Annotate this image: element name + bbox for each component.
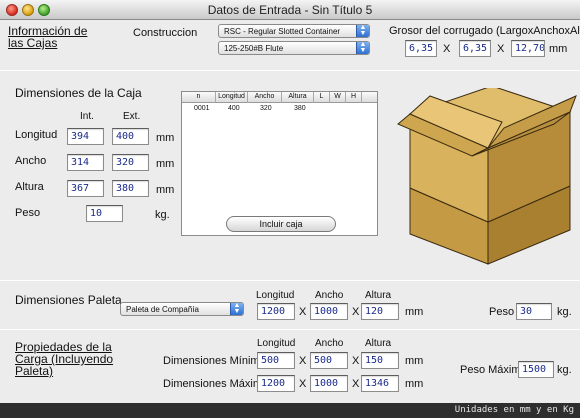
thickness-unit: mm: [549, 43, 568, 55]
column-header-length[interactable]: Longitud: [216, 92, 248, 103]
max-height-input[interactable]: 1346: [361, 375, 399, 392]
pallet-length-input[interactable]: 1200: [257, 303, 295, 320]
column-header-w[interactable]: W: [330, 92, 346, 103]
pallet-dimensions-header: Dimensiones Paleta: [15, 293, 122, 307]
int-length-input[interactable]: 394: [67, 128, 104, 145]
ext-width-input[interactable]: 320: [112, 154, 149, 171]
box-list-table[interactable]: n Longitud Ancho Altura L W H 0001 400 3…: [181, 91, 378, 236]
max-length-input[interactable]: 1200: [257, 375, 295, 392]
thickness-width-input[interactable]: 6,35: [459, 40, 491, 57]
table-cell-n: 0001: [194, 105, 210, 112]
construction-select-value: RSC - Regular Slotted Container: [224, 27, 341, 36]
include-box-button[interactable]: Incluir caja: [226, 216, 336, 232]
max-unit: mm: [405, 378, 424, 390]
max-width-input[interactable]: 1000: [310, 375, 348, 392]
cardboard-box-illustration: [397, 88, 577, 265]
external-column-label: Ext.: [123, 111, 141, 122]
pallet-x-separator-1: X: [299, 306, 307, 318]
pallet-width-column: Ancho: [315, 290, 344, 301]
section-divider: [0, 329, 580, 330]
table-header: n Longitud Ancho Altura L W H: [182, 92, 377, 103]
int-height-input[interactable]: 367: [67, 180, 104, 197]
flute-select[interactable]: 125-250#B Flute ▲ ▼: [218, 41, 370, 55]
min-x-separator-1: X: [299, 355, 307, 367]
length-unit: mm: [156, 132, 175, 144]
thickness-length-input[interactable]: 6,35: [405, 40, 437, 57]
column-header-h[interactable]: H: [346, 92, 362, 103]
table-cell-width: 320: [260, 105, 272, 112]
box-weight-input[interactable]: 10: [86, 205, 123, 222]
width-label: Ancho: [15, 155, 47, 167]
construction-label: Construccion: [133, 27, 198, 39]
weight-label: Peso: [15, 207, 41, 219]
column-header-height[interactable]: Altura: [282, 92, 314, 103]
table-cell-height: 380: [294, 105, 306, 112]
units-status-text: Unidades en mm y en Kg: [454, 405, 574, 415]
width-unit: mm: [156, 158, 175, 170]
height-label: Altura: [15, 181, 44, 193]
status-bar: Unidades en mm y en Kg: [0, 403, 580, 418]
thickness-x-separator-2: X: [497, 43, 505, 55]
max-x-separator-2: X: [352, 378, 360, 390]
column-header-l[interactable]: L: [314, 92, 330, 103]
flute-select-value: 125-250#B Flute: [224, 44, 284, 53]
construction-select[interactable]: RSC - Regular Slotted Container ▲ ▼: [218, 24, 370, 38]
box-dimensions-header: Dimensiones de la Caja: [15, 86, 142, 100]
pallet-weight-input[interactable]: 30: [516, 303, 552, 320]
min-height-input[interactable]: 150: [361, 352, 399, 369]
updown-arrows-icon: ▲ ▼: [356, 42, 369, 54]
column-header-width[interactable]: Ancho: [248, 92, 282, 103]
pallet-unit: mm: [405, 306, 424, 318]
title-bar[interactable]: Datos de Entrada - Sin Título 5: [0, 0, 580, 20]
internal-column-label: Int.: [80, 111, 94, 122]
thickness-height-input[interactable]: 12,70: [511, 40, 545, 57]
min-width-input[interactable]: 500: [310, 352, 348, 369]
pallet-height-input[interactable]: 120: [361, 303, 399, 320]
pallet-weight-unit: kg.: [557, 306, 572, 318]
section-divider: [0, 70, 580, 71]
min-unit: mm: [405, 355, 424, 367]
thickness-x-separator-1: X: [443, 43, 451, 55]
pallet-x-separator-2: X: [352, 306, 360, 318]
length-label: Longitud: [15, 129, 58, 141]
pallet-type-select[interactable]: Paleta de Compañía ▲ ▼: [120, 302, 244, 316]
pallet-type-value: Paleta de Compañía: [126, 305, 199, 314]
column-header-n[interactable]: n: [182, 92, 216, 103]
weight-unit: kg.: [155, 209, 170, 221]
window-title: Datos de Entrada - Sin Título 5: [207, 3, 373, 17]
int-width-input[interactable]: 314: [67, 154, 104, 171]
load-length-column: Longitud: [257, 338, 296, 349]
thickness-label: Grosor del corrugado (LargoxAnchoxAlto): [389, 25, 580, 37]
max-weight-input[interactable]: 1500: [518, 361, 554, 378]
pallet-weight-label: Peso: [489, 306, 515, 318]
ext-length-input[interactable]: 400: [112, 128, 149, 145]
box-info-header-line2: las Cajas: [8, 36, 58, 50]
pallet-length-column: Longitud: [256, 290, 295, 301]
updown-arrows-icon: ▲ ▼: [356, 25, 369, 37]
updown-arrows-icon: ▲ ▼: [230, 303, 243, 315]
max-x-separator-1: X: [299, 378, 307, 390]
max-weight-label: Peso Máximo: [460, 364, 527, 376]
load-width-column: Ancho: [315, 338, 344, 349]
height-unit: mm: [156, 184, 175, 196]
min-x-separator-2: X: [352, 355, 360, 367]
table-cell-length: 400: [228, 105, 240, 112]
load-properties-header-line3: Paleta): [15, 364, 54, 378]
pallet-height-column: Altura: [365, 290, 392, 301]
data-entry-window: Datos de Entrada - Sin Título 5 Informac…: [0, 0, 580, 418]
load-height-column: Altura: [365, 338, 392, 349]
table-row[interactable]: 0001 400 320 380: [182, 103, 377, 113]
section-divider: [0, 280, 580, 281]
min-dimensions-label: Dimensiones Mínimas: [163, 355, 272, 367]
pallet-width-input[interactable]: 1000: [310, 303, 348, 320]
ext-height-input[interactable]: 380: [112, 180, 149, 197]
min-length-input[interactable]: 500: [257, 352, 295, 369]
max-weight-unit: kg.: [557, 364, 572, 376]
